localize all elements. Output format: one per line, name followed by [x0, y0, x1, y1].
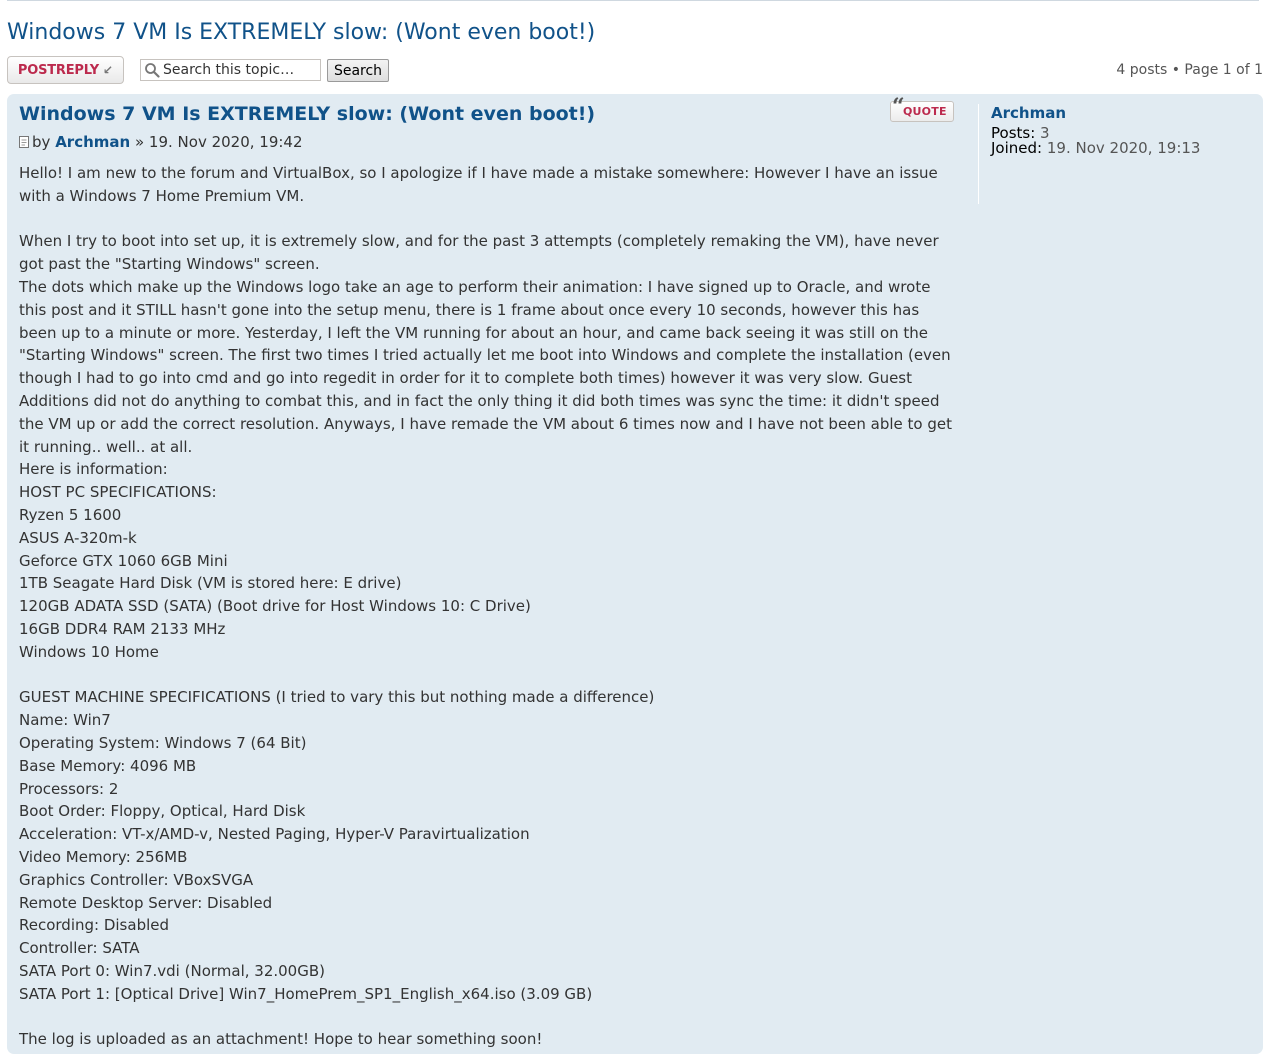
post-content: Hello! I am new to the forum and Virtual…: [19, 162, 959, 1051]
post-content-line: The dots which make up the Windows logo …: [19, 277, 953, 456]
post-content-line: SATA Port 1: [Optical Drive] Win7_HomePr…: [19, 984, 593, 1003]
post-content-line: Windows 10 Home: [19, 642, 159, 661]
post-content-line: Recording: Disabled: [19, 916, 170, 935]
profile-joined-value: 19. Nov 2020, 19:13: [1046, 139, 1201, 157]
profile-joined-label: Joined:: [991, 139, 1043, 157]
post-content-line: 120GB ADATA SSD (SATA) (Boot drive for H…: [19, 597, 531, 616]
pagination-info: 4 posts • Page 1 of 1: [1116, 62, 1263, 78]
post-title-link[interactable]: Windows 7 VM Is EXTREMELY slow: (Wont ev…: [19, 103, 595, 125]
topic-title-link[interactable]: Windows 7 VM Is EXTREMELY slow: (Wont ev…: [7, 20, 595, 45]
top-divider: [7, 0, 1259, 1]
post-content-line: Name: Win7: [19, 711, 111, 730]
search-icon: [145, 63, 160, 78]
post-content-line: Video Memory: 256MB: [19, 847, 188, 866]
post-content-line: SATA Port 0: Win7.vdi (Normal, 32.00GB): [19, 961, 325, 980]
post-author-link[interactable]: Archman: [55, 133, 130, 151]
post-content-line: GUEST MACHINE SPECIFICATIONS (I tried to…: [19, 688, 655, 707]
post-content-line: The log is uploaded as an attachment! Ho…: [19, 1030, 543, 1049]
post-content-line: Acceleration: VT-x/AMD-v, Nested Paging,…: [19, 825, 530, 844]
post-date: » 19. Nov 2020, 19:42: [130, 133, 303, 151]
post-content-line: [19, 208, 959, 231]
post-reply-label: POSTREPLY: [17, 62, 100, 78]
post-content-line: Hello! I am new to the forum and Virtual…: [19, 164, 938, 205]
post-content-line: Operating System: Windows 7 (64 Bit): [19, 733, 307, 752]
post-content-line: ASUS A-320m-k: [19, 528, 137, 547]
post-content-line: Here is information:: [19, 460, 168, 479]
post-content-line: [19, 664, 959, 687]
quote-label: QUOTE: [903, 105, 947, 118]
post-content-line: When I try to boot into set up, it is ex…: [19, 232, 939, 274]
post-content-line: HOST PC SPECIFICATIONS:: [19, 483, 217, 502]
post-content-line: Boot Order: Floppy, Optical, Hard Disk: [19, 802, 306, 821]
post-content-line: 1TB Seagate Hard Disk (VM is stored here…: [19, 574, 402, 593]
search-button[interactable]: Search: [327, 59, 389, 82]
post-content-line: Controller: SATA: [19, 939, 140, 958]
post-content-line: Geforce GTX 1060 6GB Mini: [19, 551, 228, 570]
search-box: [140, 59, 321, 81]
profile-joined-row: Joined: 19. Nov 2020, 19:13: [991, 141, 1261, 156]
quote-button[interactable]: “ QUOTE: [890, 96, 954, 122]
post-content-line: Remote Desktop Server: Disabled: [19, 893, 273, 912]
post-icon[interactable]: [19, 136, 30, 148]
post-content-line: 16GB DDR4 RAM 2133 MHz: [19, 619, 226, 638]
search-input[interactable]: [160, 62, 313, 78]
post: Windows 7 VM Is EXTREMELY slow: (Wont ev…: [7, 94, 1263, 1054]
reply-arrow-icon: ↙: [103, 63, 114, 77]
by-label: by: [32, 133, 51, 151]
post-reply-button[interactable]: POSTREPLY ↙: [7, 56, 124, 84]
post-content-line: Processors: 2: [19, 779, 119, 798]
post-content-line: Base Memory: 4096 MB: [19, 756, 197, 775]
action-bar: POSTREPLY ↙ Search 4 posts • Page 1 of 1: [7, 56, 1263, 86]
post-profile: Archman Posts: 3 Joined: 19. Nov 2020, 1…: [978, 104, 1261, 204]
post-author-line: by Archman » 19. Nov 2020, 19:42: [19, 133, 303, 151]
profile-username-link[interactable]: Archman: [991, 104, 1261, 126]
post-content-line: Graphics Controller: VBoxSVGA: [19, 870, 254, 889]
post-content-line: [19, 1005, 959, 1028]
post-content-line: Ryzen 5 1600: [19, 505, 122, 524]
